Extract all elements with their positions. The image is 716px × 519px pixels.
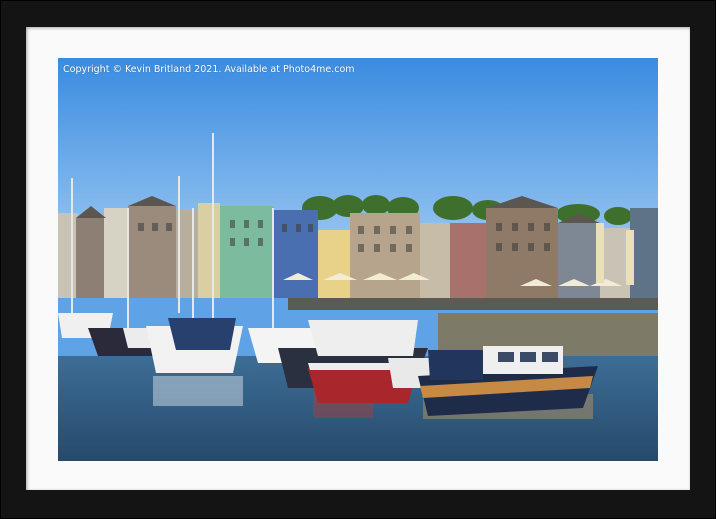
picture-frame: Copyright © Kevin Britland 2021. Availab… [0,0,716,519]
harbour-photograph: Copyright © Kevin Britland 2021. Availab… [58,58,658,461]
copyright-watermark: Copyright © Kevin Britland 2021. Availab… [63,64,355,75]
promenade-rail [288,298,658,310]
harbour-scene: Copyright © Kevin Britland 2021. Availab… [58,58,658,461]
